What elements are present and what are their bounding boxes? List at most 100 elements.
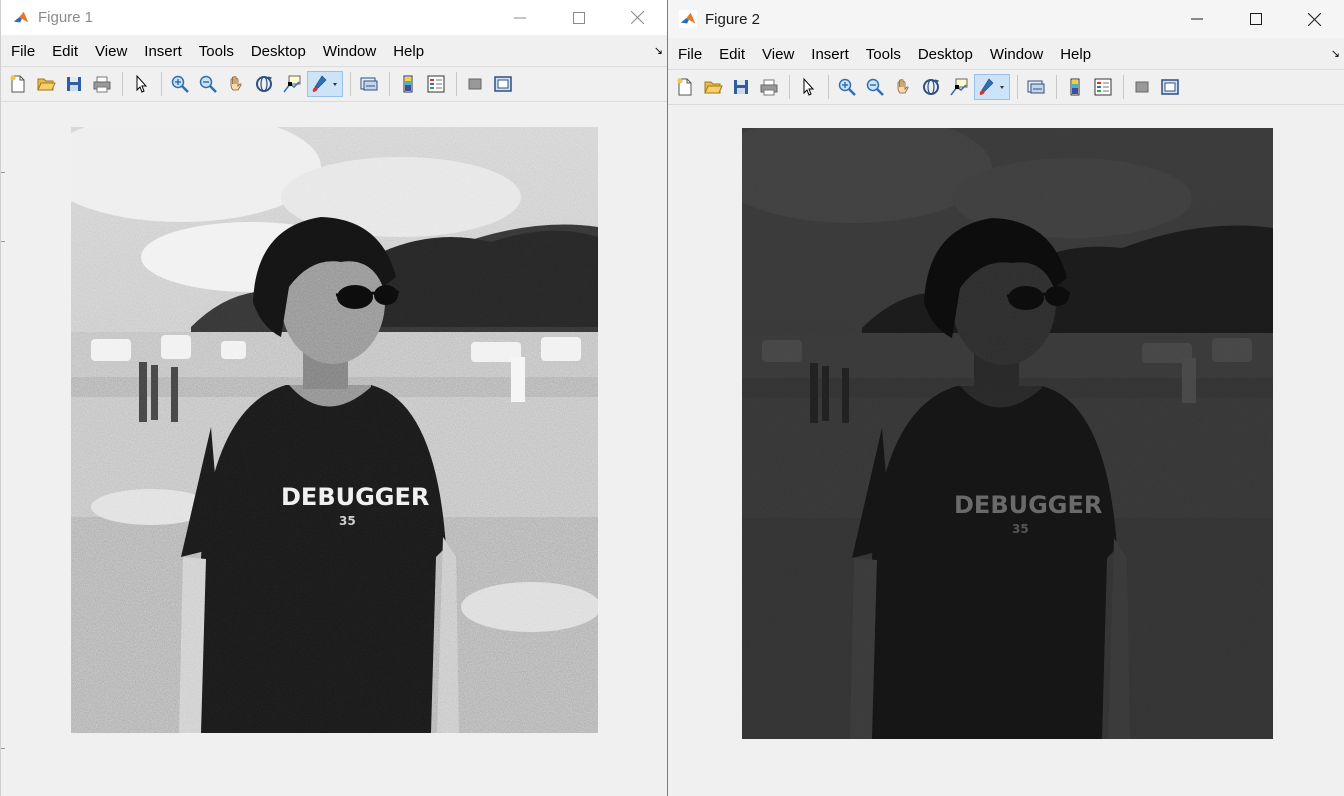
figure-1-image: DEBUGGER 35 bbox=[71, 127, 598, 733]
toolbar-separator bbox=[1056, 75, 1057, 99]
zoom-in-button[interactable] bbox=[834, 74, 860, 100]
show-plot-tools-icon bbox=[1161, 79, 1179, 95]
show-plot-tools-button[interactable] bbox=[490, 71, 516, 97]
toolbar-separator bbox=[1123, 75, 1124, 99]
menu-edit[interactable]: Edit bbox=[43, 43, 86, 60]
save-button[interactable] bbox=[61, 71, 87, 97]
close-icon bbox=[631, 11, 644, 24]
minimize-icon bbox=[1190, 18, 1203, 20]
minimize-button[interactable] bbox=[490, 0, 549, 35]
menu-window[interactable]: Window bbox=[314, 43, 384, 60]
menu-insert[interactable]: Insert bbox=[135, 43, 190, 60]
new-figure-button[interactable] bbox=[672, 74, 698, 100]
insert-legend-button[interactable] bbox=[1090, 74, 1116, 100]
figure-1-window[interactable]: Figure 1 File Edit View Insert Tools Des… bbox=[0, 0, 667, 796]
link-plot-button[interactable] bbox=[1023, 74, 1049, 100]
new-figure-button[interactable] bbox=[5, 71, 31, 97]
print-icon bbox=[760, 79, 778, 96]
hide-plot-tools-button[interactable] bbox=[1129, 74, 1155, 100]
menu-view[interactable]: View bbox=[86, 43, 135, 60]
figure-2-window[interactable]: Figure 2 File Edit View Insert Tools Des… bbox=[667, 0, 1344, 796]
brush-icon bbox=[312, 75, 337, 92]
menu-bar: File Edit View Insert Tools Desktop Wind… bbox=[668, 39, 1344, 69]
minimize-button[interactable] bbox=[1167, 0, 1226, 38]
close-icon bbox=[1308, 12, 1321, 26]
figure-toolbar bbox=[1, 66, 667, 102]
figure-toolbar bbox=[668, 69, 1344, 105]
insert-colorbar-button[interactable] bbox=[1062, 74, 1088, 100]
zoom-out-button[interactable] bbox=[862, 74, 888, 100]
edit-plot-button[interactable] bbox=[795, 74, 821, 100]
link-plot-button[interactable] bbox=[356, 71, 382, 97]
brush-button[interactable] bbox=[307, 71, 343, 97]
zoom-in-button[interactable] bbox=[167, 71, 193, 97]
data-cursor-icon bbox=[283, 75, 301, 93]
menu-file[interactable]: File bbox=[668, 46, 710, 63]
dock-arrow-icon[interactable]: ↘ bbox=[1331, 47, 1340, 60]
menu-edit[interactable]: Edit bbox=[710, 46, 753, 63]
open-file-button[interactable] bbox=[700, 74, 726, 100]
toolbar-separator bbox=[1017, 75, 1018, 99]
menu-view[interactable]: View bbox=[753, 46, 802, 63]
close-button[interactable] bbox=[608, 0, 667, 35]
toolbar-separator bbox=[828, 75, 829, 99]
edit-plot-button[interactable] bbox=[128, 71, 154, 97]
data-cursor-button[interactable] bbox=[946, 74, 972, 100]
matlab-app-icon bbox=[12, 9, 30, 27]
show-plot-tools-icon bbox=[494, 76, 512, 92]
pan-button[interactable] bbox=[890, 74, 916, 100]
show-plot-tools-button[interactable] bbox=[1157, 74, 1183, 100]
save-button[interactable] bbox=[728, 74, 754, 100]
insert-legend-button[interactable] bbox=[423, 71, 449, 97]
pan-icon bbox=[230, 76, 242, 91]
insert-colorbar-button[interactable] bbox=[395, 71, 421, 97]
menu-desktop[interactable]: Desktop bbox=[242, 43, 314, 60]
zoom-out-icon bbox=[199, 75, 217, 93]
zoom-out-button[interactable] bbox=[195, 71, 221, 97]
edge-mark bbox=[1, 172, 5, 173]
menu-desktop[interactable]: Desktop bbox=[909, 46, 981, 63]
menu-insert[interactable]: Insert bbox=[802, 46, 857, 63]
toolbar-separator bbox=[789, 75, 790, 99]
maximize-icon bbox=[1249, 13, 1262, 25]
menu-window[interactable]: Window bbox=[981, 46, 1051, 63]
print-button[interactable] bbox=[89, 71, 115, 97]
figure-1-titlebar[interactable]: Figure 1 bbox=[1, 0, 667, 35]
maximize-button[interactable] bbox=[549, 0, 608, 35]
edge-mark bbox=[1, 748, 5, 749]
matlab-app-icon bbox=[679, 10, 697, 28]
menu-help[interactable]: Help bbox=[384, 43, 432, 60]
rotate-3d-button[interactable] bbox=[251, 71, 277, 97]
open-file-button[interactable] bbox=[33, 71, 59, 97]
brush-icon bbox=[979, 78, 1004, 95]
menu-tools[interactable]: Tools bbox=[857, 46, 909, 63]
menu-file[interactable]: File bbox=[1, 43, 43, 60]
save-icon bbox=[734, 80, 748, 94]
menu-tools[interactable]: Tools bbox=[190, 43, 242, 60]
figure-2-image: DEBUGGER 35 bbox=[742, 128, 1273, 739]
brush-button[interactable] bbox=[974, 74, 1010, 100]
pan-button[interactable] bbox=[223, 71, 249, 97]
new-figure-icon bbox=[677, 78, 692, 96]
dock-arrow-icon[interactable]: ↘ bbox=[654, 44, 663, 57]
open-file-icon bbox=[37, 78, 56, 91]
hide-plot-tools-icon bbox=[468, 78, 482, 90]
zoom-in-icon bbox=[838, 78, 856, 96]
save-icon bbox=[67, 77, 81, 91]
data-cursor-button[interactable] bbox=[279, 71, 305, 97]
rotate-3d-button[interactable] bbox=[918, 74, 944, 100]
close-button[interactable] bbox=[1285, 0, 1344, 38]
insert-legend-icon bbox=[427, 75, 445, 93]
print-button[interactable] bbox=[756, 74, 782, 100]
insert-colorbar-icon bbox=[1070, 78, 1080, 96]
hide-plot-tools-button[interactable] bbox=[462, 71, 488, 97]
rotate-3d-icon bbox=[256, 76, 273, 92]
tshirt-logo-text: DEBUGGER bbox=[281, 483, 429, 511]
figure-2-titlebar[interactable]: Figure 2 bbox=[668, 0, 1344, 38]
maximize-button[interactable] bbox=[1226, 0, 1285, 38]
insert-legend-icon bbox=[1094, 78, 1112, 96]
menu-help[interactable]: Help bbox=[1051, 46, 1099, 63]
hide-plot-tools-icon bbox=[1135, 81, 1149, 93]
zoom-in-icon bbox=[171, 75, 189, 93]
tshirt-logo-number: 35 bbox=[1012, 522, 1029, 536]
